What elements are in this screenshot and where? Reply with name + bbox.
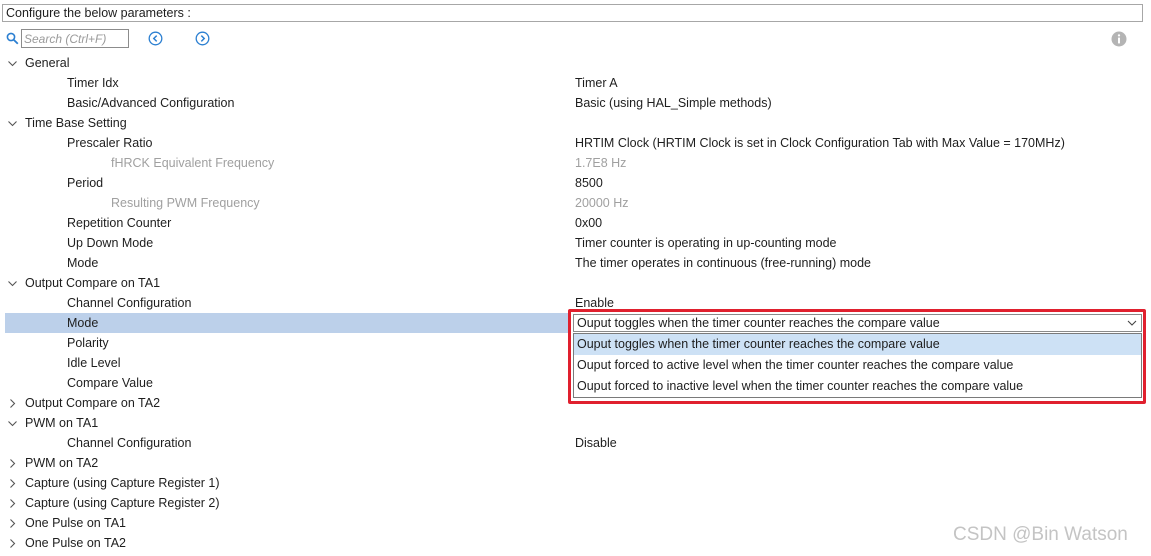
param-value[interactable]: Timer A — [575, 73, 618, 93]
chevron-right-icon[interactable] — [7, 518, 18, 529]
chevron-down-icon[interactable] — [7, 58, 18, 69]
tree-group-label: General — [25, 56, 70, 70]
search-icon — [6, 32, 19, 45]
param-value[interactable]: Timer counter is operating in up-countin… — [575, 233, 836, 253]
param-value: 20000 Hz — [575, 196, 629, 210]
param-label: Basic/Advanced Configuration — [67, 96, 235, 110]
chevron-down-icon[interactable] — [7, 418, 18, 429]
parameter-tree: General Timer Idx Timer A Basic/Advanced… — [0, 53, 1151, 553]
mode-select[interactable]: Ouput toggles when the timer counter rea… — [573, 314, 1142, 332]
arrow-left-circle-icon[interactable] — [148, 31, 163, 46]
param-value[interactable]: HRTIM Clock (HRTIM Clock is set in Clock… — [575, 133, 1065, 153]
tree-group-label: Capture (using Capture Register 1) — [25, 476, 220, 490]
param-label: Prescaler Ratio — [67, 136, 153, 150]
arrow-right-circle-icon[interactable] — [195, 31, 210, 46]
dropdown-option[interactable]: Ouput forced to active level when the ti… — [574, 355, 1141, 376]
param-row-timer-idx[interactable]: Timer Idx Timer A — [0, 73, 1151, 93]
tree-group-label: Time Base Setting — [25, 116, 127, 130]
dropdown-option[interactable]: Ouput toggles when the timer counter rea… — [574, 334, 1141, 355]
param-row-period[interactable]: Period 8500 — [0, 173, 1151, 193]
tree-group-capture-1[interactable]: Capture (using Capture Register 1) — [0, 473, 1151, 493]
param-label: Mode — [67, 256, 99, 270]
param-label: Mode — [67, 316, 99, 330]
chevron-down-icon[interactable] — [1127, 319, 1137, 327]
tree-group-label: Output Compare on TA1 — [25, 276, 161, 290]
param-value[interactable]: Basic (using HAL_Simple methods) — [575, 93, 772, 113]
search-toolbar — [0, 28, 1151, 50]
tree-group-time-base[interactable]: Time Base Setting — [0, 113, 1151, 133]
param-label: Period — [67, 176, 104, 190]
param-row-fhrck: fHRCK Equivalent Frequency 1.7E8 Hz — [0, 153, 1151, 173]
param-row-pwm-channel-config[interactable]: Channel Configuration Disable — [0, 433, 1151, 453]
chevron-right-icon[interactable] — [7, 538, 18, 549]
tree-group-pwm-ta2[interactable]: PWM on TA2 — [0, 453, 1151, 473]
param-label: Repetition Counter — [67, 216, 172, 230]
tree-group-output-compare-ta1[interactable]: Output Compare on TA1 — [0, 273, 1151, 293]
tree-group-label: Output Compare on TA2 — [25, 396, 161, 410]
param-value[interactable]: 0x00 — [575, 213, 602, 233]
mode-select-value: Ouput toggles when the timer counter rea… — [577, 316, 940, 330]
chevron-right-icon[interactable] — [7, 398, 18, 409]
param-value: 1.7E8 Hz — [575, 156, 627, 170]
param-value[interactable]: Disable — [575, 433, 617, 453]
dropdown-option[interactable]: Ouput forced to inactive level when the … — [574, 376, 1141, 397]
info-icon[interactable] — [1111, 31, 1127, 47]
chevron-down-icon[interactable] — [7, 118, 18, 129]
tree-group-label: PWM on TA2 — [25, 456, 99, 470]
mode-dropdown-list: Ouput toggles when the timer counter rea… — [573, 333, 1142, 398]
tree-group-label: Capture (using Capture Register 2) — [25, 496, 220, 510]
chevron-right-icon[interactable] — [7, 458, 18, 469]
watermark: CSDN @Bin Watson — [953, 524, 1128, 545]
param-row-repetition-counter[interactable]: Repetition Counter 0x00 — [0, 213, 1151, 233]
chevron-down-icon[interactable] — [7, 278, 18, 289]
tree-group-general[interactable]: General — [0, 53, 1151, 73]
param-row-timer-mode[interactable]: Mode The timer operates in continuous (f… — [0, 253, 1151, 273]
tree-group-label: One Pulse on TA1 — [25, 516, 126, 530]
tree-group-capture-2[interactable]: Capture (using Capture Register 2) — [0, 493, 1151, 513]
param-label: Polarity — [67, 336, 109, 350]
param-label: Resulting PWM Frequency — [111, 196, 260, 210]
tree-group-label: One Pulse on TA2 — [25, 536, 126, 550]
chevron-right-icon[interactable] — [7, 478, 18, 489]
param-value[interactable]: The timer operates in continuous (free-r… — [575, 253, 871, 273]
param-row-prescaler[interactable]: Prescaler Ratio HRTIM Clock (HRTIM Clock… — [0, 133, 1151, 153]
param-label: Timer Idx — [67, 76, 119, 90]
param-row-pwm-frequency: Resulting PWM Frequency 20000 Hz — [0, 193, 1151, 213]
config-header: Configure the below parameters : — [2, 4, 1143, 22]
param-label: Channel Configuration — [67, 296, 192, 310]
search-input[interactable] — [21, 29, 129, 48]
param-label: Compare Value — [67, 376, 153, 390]
chevron-right-icon[interactable] — [7, 498, 18, 509]
param-label: Channel Configuration — [67, 436, 192, 450]
tree-group-label: PWM on TA1 — [25, 416, 99, 430]
param-label: fHRCK Equivalent Frequency — [111, 156, 275, 170]
param-row-basic-advanced[interactable]: Basic/Advanced Configuration Basic (usin… — [0, 93, 1151, 113]
param-label: Up Down Mode — [67, 236, 154, 250]
tree-group-pwm-ta1[interactable]: PWM on TA1 — [0, 413, 1151, 433]
param-row-up-down-mode[interactable]: Up Down Mode Timer counter is operating … — [0, 233, 1151, 253]
param-value[interactable]: 8500 — [575, 173, 603, 193]
param-label: Idle Level — [67, 356, 121, 370]
